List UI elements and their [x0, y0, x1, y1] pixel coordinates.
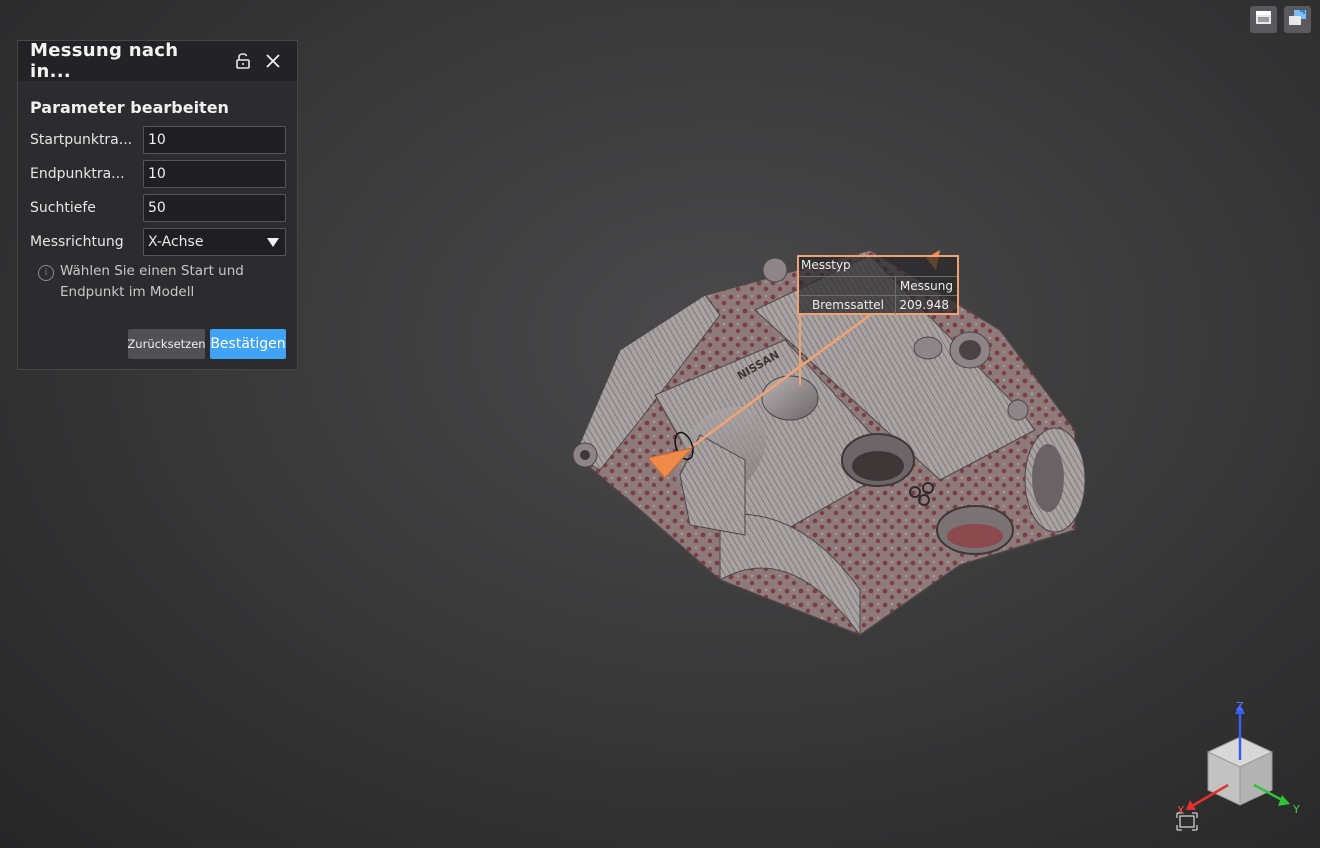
view-panel-icon	[1255, 10, 1272, 29]
axis-z-label: Z	[1236, 700, 1244, 713]
view-switch-button[interactable]	[1284, 6, 1311, 33]
search-depth-label: Suchtiefe	[30, 200, 96, 216]
view-switch-icon	[1288, 9, 1307, 30]
close-icon[interactable]	[261, 49, 285, 73]
search-depth-input[interactable]	[143, 194, 286, 222]
end-radius-label: Endpunktra...	[30, 166, 125, 182]
search-depth-row: Suchtiefe	[30, 194, 286, 222]
measure-row-value: 209.948	[899, 298, 949, 312]
axis-x-label: X	[1177, 804, 1185, 817]
section-title: Parameter bearbeiten	[30, 98, 229, 117]
panel-title: Messung nach in...	[30, 40, 179, 82]
measure-column-header: Messung	[899, 279, 953, 293]
direction-label: Messrichtung	[30, 234, 124, 250]
end-radius-row: Endpunktra...	[30, 160, 286, 188]
end-radius-input[interactable]	[143, 160, 286, 188]
start-radius-row: Startpunktra...	[30, 126, 286, 154]
unlock-icon[interactable]	[231, 49, 255, 73]
measure-type-label: Messtyp	[801, 258, 851, 272]
confirm-button[interactable]: Bestätigen	[210, 329, 286, 359]
axis-y-label: Y	[1292, 803, 1300, 816]
start-radius-label: Startpunktra...	[30, 132, 133, 148]
hint-text: Wählen Sie einen Start und Endpunkt im M…	[60, 263, 244, 300]
hint: i Wählen Sie einen Start und Endpunkt im…	[38, 261, 278, 303]
view-cube-gizmo[interactable]: Z X Y	[1177, 700, 1300, 817]
measurement-label-box[interactable]: Messtyp Messung Bremssattel 209.948	[797, 255, 959, 315]
measurement-panel: Messung nach in... Parameter bearbeiten …	[17, 40, 298, 370]
reset-button[interactable]: Zurücksetzen	[127, 329, 206, 359]
view-panel-button[interactable]	[1250, 6, 1277, 33]
start-radius-input[interactable]	[143, 126, 286, 154]
direction-select[interactable]: X-Achse	[143, 228, 286, 256]
measure-row-name: Bremssattel	[812, 298, 884, 312]
info-icon: i	[38, 265, 54, 281]
direction-row: Messrichtung X-Achse	[30, 228, 286, 256]
direction-value: X-Achse	[148, 234, 204, 250]
chevron-down-icon	[267, 238, 279, 247]
fit-view-icon[interactable]	[1176, 812, 1198, 831]
panel-header: Messung nach in...	[18, 40, 297, 82]
